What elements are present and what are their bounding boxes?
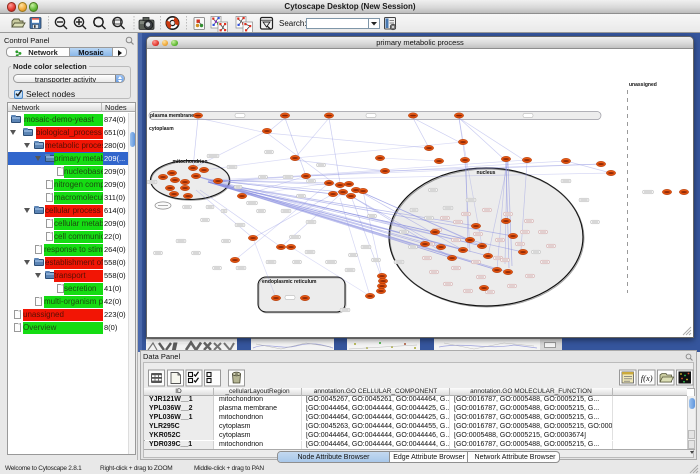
- svg-text:plasma membrane: plasma membrane: [150, 113, 194, 119]
- svg-text:mitochondrion: mitochondrion: [173, 159, 208, 165]
- svg-text:unassigned: unassigned: [629, 82, 657, 88]
- svg-text:nucleus: nucleus: [477, 170, 496, 176]
- svg-text:cytoplasm: cytoplasm: [149, 126, 174, 132]
- svg-text:endoplasmic reticulum: endoplasmic reticulum: [262, 279, 317, 285]
- svg-text:f(x): f(x): [641, 373, 653, 383]
